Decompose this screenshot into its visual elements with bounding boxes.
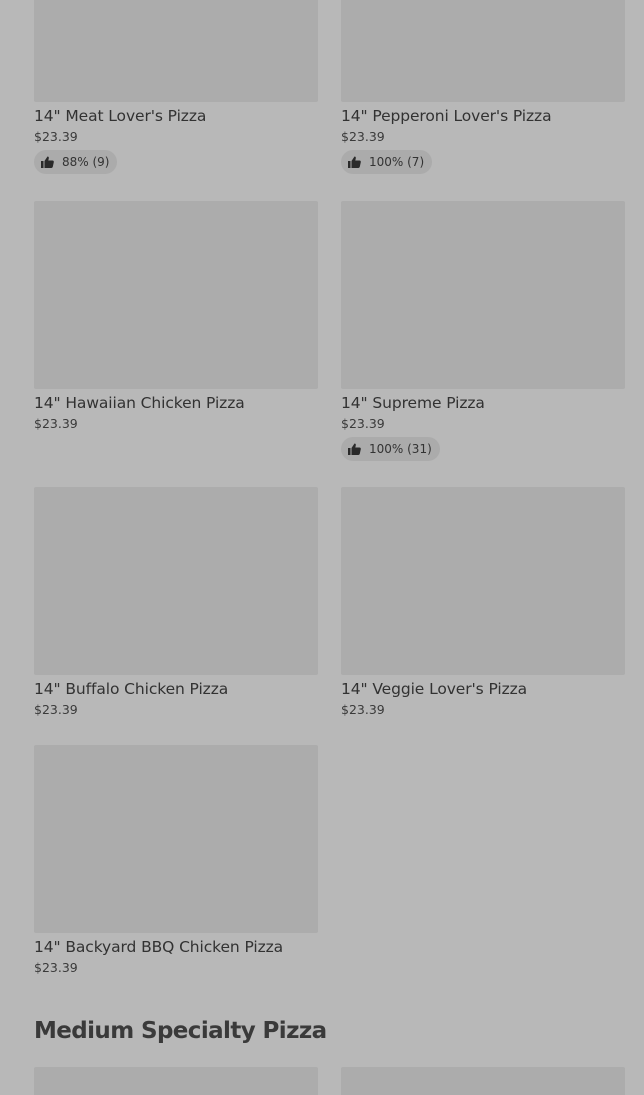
menu-item-card[interactable]: 14" Meat Lover's Pizza $23.39 88% (9) [34,0,318,174]
item-price: $23.39 [34,960,78,975]
menu-item-card[interactable]: 14" Backyard BBQ Chicken Pizza $23.39 [34,745,318,976]
menu-item-card[interactable]: 14" Supreme Pizza $23.39 100% (31) [341,201,625,461]
rating-badge: 88% (9) [34,150,118,174]
item-price: $23.39 [34,129,78,144]
menu-item-card[interactable]: 14" Veggie Lover's Pizza $23.39 [341,487,625,718]
item-image[interactable] [34,745,318,933]
item-price: $23.39 [341,416,385,431]
rating-text: 88% (9) [62,155,110,169]
item-image[interactable] [34,0,318,102]
menu-item-card[interactable]: 14" Buffalo Chicken Pizza $23.39 [34,487,318,718]
item-image[interactable] [341,0,625,102]
item-image[interactable] [34,487,318,675]
thumbs-up-icon [348,156,361,168]
item-image[interactable] [341,201,625,389]
thumbs-up-icon [41,156,54,168]
item-title[interactable]: 14" Hawaiian Chicken Pizza [34,393,318,413]
rating-badge: 100% (31) [341,437,440,461]
item-title[interactable]: 14" Buffalo Chicken Pizza [34,679,318,699]
rating-text: 100% (31) [369,442,432,456]
menu-item-card[interactable]: 14" Hawaiian Chicken Pizza $23.39 [34,201,318,432]
item-price: $23.39 [341,129,385,144]
menu-page: 14" Meat Lover's Pizza $23.39 88% (9) 14… [0,0,644,1095]
item-price: $23.39 [34,702,78,717]
item-title[interactable]: 14" Supreme Pizza [341,393,625,413]
item-image[interactable] [34,201,318,389]
rating-badge: 100% (7) [341,150,433,174]
thumbs-up-icon [348,443,361,455]
section-heading: Medium Specialty Pizza [34,1018,327,1044]
menu-item-card[interactable]: 14" Pepperoni Lover's Pizza $23.39 100% … [341,0,625,174]
item-image[interactable] [341,1067,625,1095]
item-image[interactable] [34,1067,318,1095]
item-title[interactable]: 14" Meat Lover's Pizza [34,106,318,126]
rating-text: 100% (7) [369,155,425,169]
item-image[interactable] [341,487,625,675]
item-price: $23.39 [341,702,385,717]
item-title[interactable]: 14" Backyard BBQ Chicken Pizza [34,937,318,957]
item-title[interactable]: 14" Pepperoni Lover's Pizza [341,106,625,126]
item-title[interactable]: 14" Veggie Lover's Pizza [341,679,625,699]
item-price: $23.39 [34,416,78,431]
